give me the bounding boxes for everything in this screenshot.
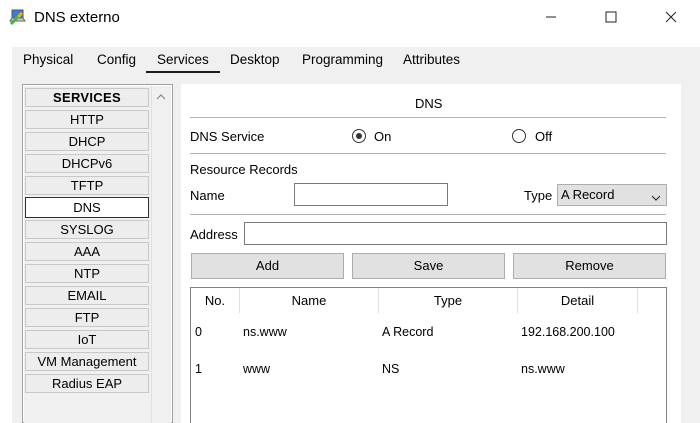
close-icon (665, 11, 677, 26)
sidebar-item-ftp[interactable]: FTP (25, 308, 149, 327)
tab-services[interactable]: Services (146, 47, 220, 73)
sidebar-item-syslog[interactable]: SYSLOG (25, 220, 149, 239)
sidebar-item-iot[interactable]: IoT (25, 330, 149, 349)
radio-selected-dot (356, 133, 362, 139)
cell-detail: 192.168.200.100 (521, 325, 615, 339)
cell-no: 1 (195, 362, 202, 376)
name-label: Name (190, 188, 225, 203)
dns-service-label: DNS Service (190, 129, 265, 144)
sidebar-item-radius-eap[interactable]: Radius EAP (25, 374, 149, 393)
remove-button[interactable]: Remove (513, 253, 666, 279)
cell-type: A Record (382, 325, 434, 339)
column-header-type[interactable]: Type (379, 288, 517, 313)
tab-desktop[interactable]: Desktop (219, 47, 291, 73)
column-separator (637, 288, 638, 313)
maximize-icon (605, 11, 617, 26)
dns-on-radio[interactable] (352, 129, 366, 143)
address-input[interactable] (244, 222, 667, 245)
type-select[interactable]: A Record (557, 184, 667, 206)
address-label: Address (190, 227, 238, 242)
resource-records-label: Resource Records (190, 162, 298, 177)
cell-detail: ns.www (521, 362, 565, 376)
type-select-value: A Record (561, 187, 615, 202)
title-bar: DNS externo (0, 0, 700, 36)
sidebar-item-tftp[interactable]: TFTP (25, 176, 149, 195)
window-title: DNS externo (34, 9, 120, 26)
sidebar-item-http[interactable]: HTTP (25, 110, 149, 129)
sidebar-item-dhcp[interactable]: DHCP (25, 132, 149, 151)
divider (190, 153, 666, 154)
column-header-name[interactable]: Name (240, 288, 378, 313)
sidebar-item-aaa[interactable]: AAA (25, 242, 149, 261)
sidebar-item-vm-management[interactable]: VM Management (25, 352, 149, 371)
column-header-detail[interactable]: Detail (518, 288, 637, 313)
minimize-icon (545, 11, 557, 26)
cell-no: 0 (195, 325, 202, 339)
panel-title: DNS (415, 96, 443, 111)
chevron-up-icon (156, 89, 166, 104)
save-button[interactable]: Save (352, 253, 505, 279)
tab-attributes[interactable]: Attributes (392, 47, 471, 73)
tab-physical[interactable]: Physical (12, 47, 84, 73)
chevron-down-icon (651, 189, 661, 209)
cell-name: ns.www (243, 325, 287, 339)
divider (190, 117, 666, 118)
column-header-no[interactable]: No. (191, 288, 239, 313)
scroll-up-button[interactable] (151, 86, 171, 106)
dns-off-label: Off (535, 129, 553, 144)
dns-on-label: On (374, 129, 392, 144)
dns-off-radio[interactable] (512, 129, 526, 143)
minimize-button[interactable] (528, 0, 574, 36)
cell-type: NS (382, 362, 400, 376)
cisco-laptop-icon (9, 8, 27, 26)
maximize-button[interactable] (588, 0, 634, 36)
close-button[interactable] (648, 0, 694, 36)
sidebar-item-ntp[interactable]: NTP (25, 264, 149, 283)
sidebar-item-dhcpv6[interactable]: DHCPv6 (25, 154, 149, 173)
tab-config[interactable]: Config (86, 47, 147, 73)
sidebar-header: SERVICES (25, 88, 149, 107)
divider (190, 214, 666, 215)
sidebar-item-email[interactable]: EMAIL (25, 286, 149, 305)
type-label: Type (524, 188, 553, 203)
name-input[interactable] (294, 183, 448, 206)
tab-programming[interactable]: Programming (291, 47, 394, 73)
sidebar-scrollbar[interactable] (151, 86, 171, 423)
sidebar-item-dns[interactable]: DNS (25, 197, 149, 218)
add-button[interactable]: Add (191, 253, 344, 279)
cell-name: www (243, 362, 271, 376)
